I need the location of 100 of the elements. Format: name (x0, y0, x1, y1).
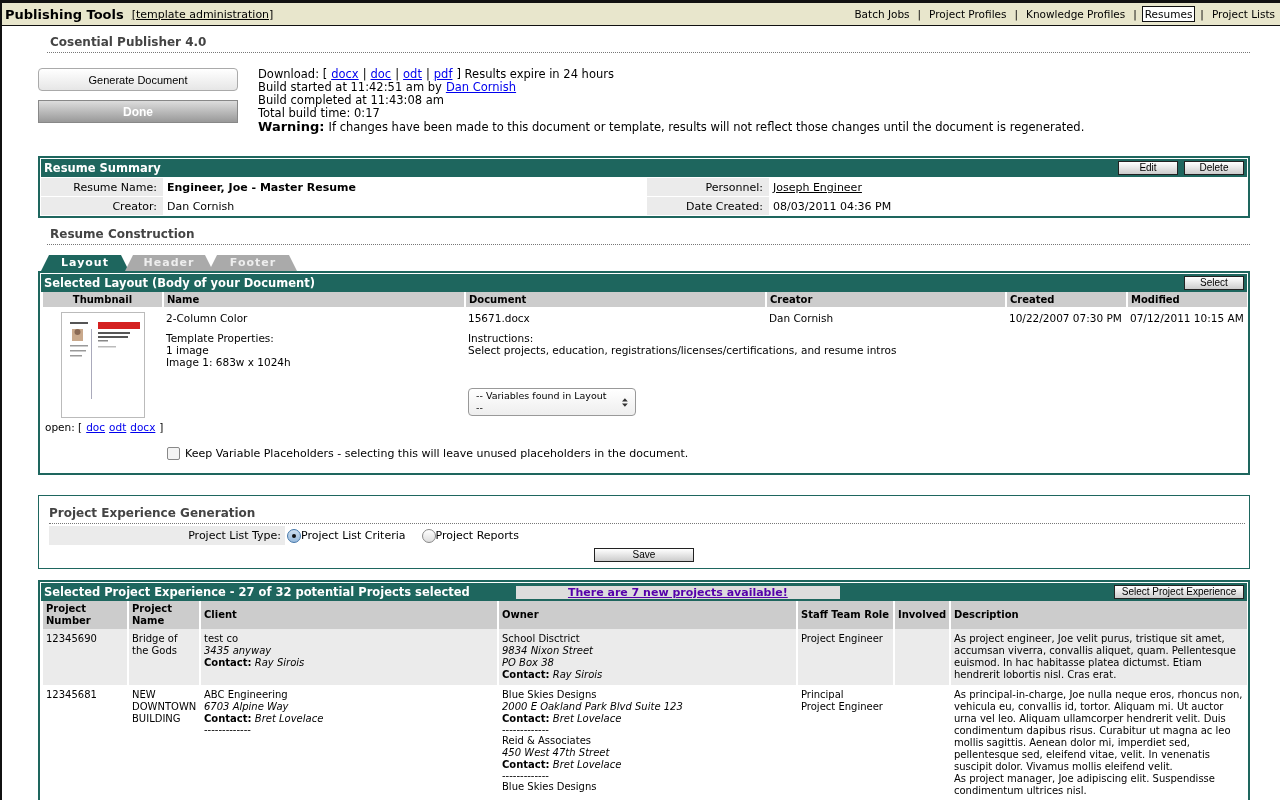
column-header: Description (951, 601, 1247, 629)
updown-arrow-icon (622, 397, 628, 407)
field-link[interactable]: Joseph Engineer (773, 181, 862, 194)
section-title: Cosential Publisher 4.0 (49, 34, 208, 51)
column-header: Document (466, 292, 765, 307)
company-name: Blue Skies Designs (502, 781, 598, 793)
separator-text: ------------- (502, 771, 550, 781)
address-text: 9834 Nixon Street (502, 645, 595, 657)
column-header: Name (164, 292, 464, 307)
build-time-text: Total build time: 0:17 (258, 107, 381, 120)
app-title: Publishing Tools (5, 6, 124, 22)
properties-label: Template Properties: (166, 332, 275, 344)
checkbox-label: Keep Variable Placeholders - selecting this will leave unused placeholders in the document. (185, 447, 689, 460)
build-started-text: Build started at 11:42:51 am by (258, 81, 442, 94)
contact-text: Contact: Bret Lovelace (502, 713, 623, 725)
generate-document-button[interactable]: Generate Document (38, 68, 238, 91)
column-header: Involved (895, 601, 949, 629)
radio-button[interactable] (421, 528, 436, 543)
template-admin-link[interactable]: [template administration] (131, 7, 274, 21)
contact-text: Contact: Bret Lovelace (204, 713, 325, 725)
radio-label: Project List Criteria (301, 529, 406, 542)
link-separator: | (425, 68, 430, 81)
save-button[interactable]: Save (594, 548, 694, 562)
panel-button[interactable]: Edit (1118, 161, 1178, 175)
column-header: Project Name (129, 601, 199, 629)
creator-text: Dan Cornish (769, 312, 834, 324)
tab[interactable]: Layout (41, 255, 129, 271)
field-value: Dan Cornish (167, 200, 235, 213)
expire-text: ] Results expire in 24 hours (456, 68, 614, 81)
checkbox[interactable] (167, 447, 180, 460)
company-name: Reid & Associates (502, 735, 592, 747)
description-text: As principal-in-charge, Joe nulla neque eros, rhoncus non, vehicula eu, convallis id, tortor. Aliquam mi. Ut auctor urna vel leo. Aliquam ullamcorper hendrerit velit. Duis condimentum dapibus risus. Curabitur ut magna ac leo mollis sagittis. Aenean dolor mi, imperdiet sed, pellentesque sed, eleifend vitae, velit. In venenatis suscipit dolor. Vivamus mollis eleifend velit. (954, 689, 1244, 773)
open-link[interactable]: odt (109, 421, 127, 433)
column-header: Creator (767, 292, 1005, 307)
date-text: 10/22/2007 07:30 PM (1009, 312, 1122, 324)
panel-title: Selected Layout (Body of your Document) (44, 276, 315, 290)
link-separator: | (395, 68, 400, 81)
company-name: ABC Engineering (204, 689, 289, 701)
address-text: 6703 Alpine Way (204, 701, 290, 713)
property-text: Image 1: 683w x 1024h (166, 356, 292, 368)
new-projects-link[interactable]: There are 7 new projects available! (515, 585, 840, 599)
radio-button[interactable] (287, 528, 301, 543)
build-completed-text: Build completed at 11:43:08 am (258, 94, 445, 107)
nav-link[interactable]: Project Profiles (926, 6, 1010, 22)
panel-title: Selected Project Experience - 27 of 32 potential Projects selected (44, 585, 470, 599)
contact-text: Contact: Bret Lovelace (502, 759, 623, 771)
warning-text: If changes have been made to this document or template, results will not reflect those changes until the document is regenerated. (328, 121, 1085, 134)
user-link[interactable]: Dan Cornish (445, 81, 517, 94)
variables-dropdown[interactable]: -- Variables found in Layout -- (468, 388, 636, 416)
table-cell: Bridge of the Gods (129, 629, 199, 685)
nav-link[interactable]: Batch Jobs (851, 6, 913, 22)
column-header: Modified (1128, 292, 1247, 307)
nav-link[interactable]: Project Lists (1208, 6, 1278, 22)
nav-separator: | (917, 8, 922, 20)
column-header: Staff Team Role (798, 601, 893, 629)
property-text: 1 image (166, 344, 210, 356)
instructions-label: Instructions: (468, 332, 535, 344)
panel-button[interactable]: Delete (1184, 161, 1244, 175)
download-link[interactable]: doc (370, 68, 392, 81)
download-link[interactable]: docx (331, 68, 359, 81)
select-button[interactable]: Select (1184, 276, 1244, 290)
field-label: Creator: (41, 197, 163, 215)
company-name: Blue Skies Designs (502, 689, 598, 701)
field-label: Personnel: (647, 178, 769, 196)
column-header: Thumbnail (43, 292, 162, 307)
nav-separator: | (1200, 8, 1204, 20)
column-header: Client (201, 601, 497, 629)
date-text: 07/12/2011 10:15 AM (1130, 312, 1244, 324)
separator-text: ------------- (204, 725, 252, 735)
nav-link[interactable]: Knowledge Profiles (1023, 6, 1129, 22)
open-link[interactable]: doc (86, 421, 106, 433)
document-name: 15671.docx (468, 312, 531, 324)
table-cell-text: NEW DOWNTOWN BUILDING (131, 688, 198, 726)
contact-text: Contact: Ray Sirois (204, 657, 306, 669)
section-title: Resume Construction (49, 226, 196, 243)
open-label: open: [ (45, 421, 83, 433)
column-header: Created (1007, 292, 1126, 307)
address-text: 2000 E Oakland Park Blvd Suite 123 (502, 701, 684, 713)
role-text: Project Engineer (801, 633, 884, 645)
company-name: School Disctrict (502, 633, 581, 645)
field-label: Date Created: (647, 197, 769, 215)
field-label: Project List Type: (49, 526, 285, 545)
address-text: PO Box 38 (502, 657, 555, 669)
open-link[interactable]: docx (130, 421, 156, 433)
nav-link[interactable]: Resumes (1141, 6, 1196, 22)
warning-label: Warning: (258, 120, 325, 133)
field-label: Resume Name: (41, 178, 163, 196)
column-header: Owner (499, 601, 796, 629)
download-link[interactable]: odt (403, 68, 422, 81)
select-project-experience-button[interactable]: Select Project Experience (1114, 585, 1244, 599)
panel-title: Resume Summary (44, 161, 161, 175)
description-text: As project manager, Joe adipiscing elit. Suspendisse condimentum ultrices nisl. (954, 773, 1216, 797)
link-separator: | (362, 68, 367, 81)
column-header: Project Number (43, 601, 127, 629)
nav-separator: | (1014, 8, 1019, 20)
separator-text: ------------- (502, 725, 550, 735)
download-label: Download: [ (258, 68, 328, 81)
download-link[interactable]: pdf (433, 68, 453, 81)
company-name: test co (204, 633, 239, 645)
role-text: Principal (801, 689, 845, 701)
